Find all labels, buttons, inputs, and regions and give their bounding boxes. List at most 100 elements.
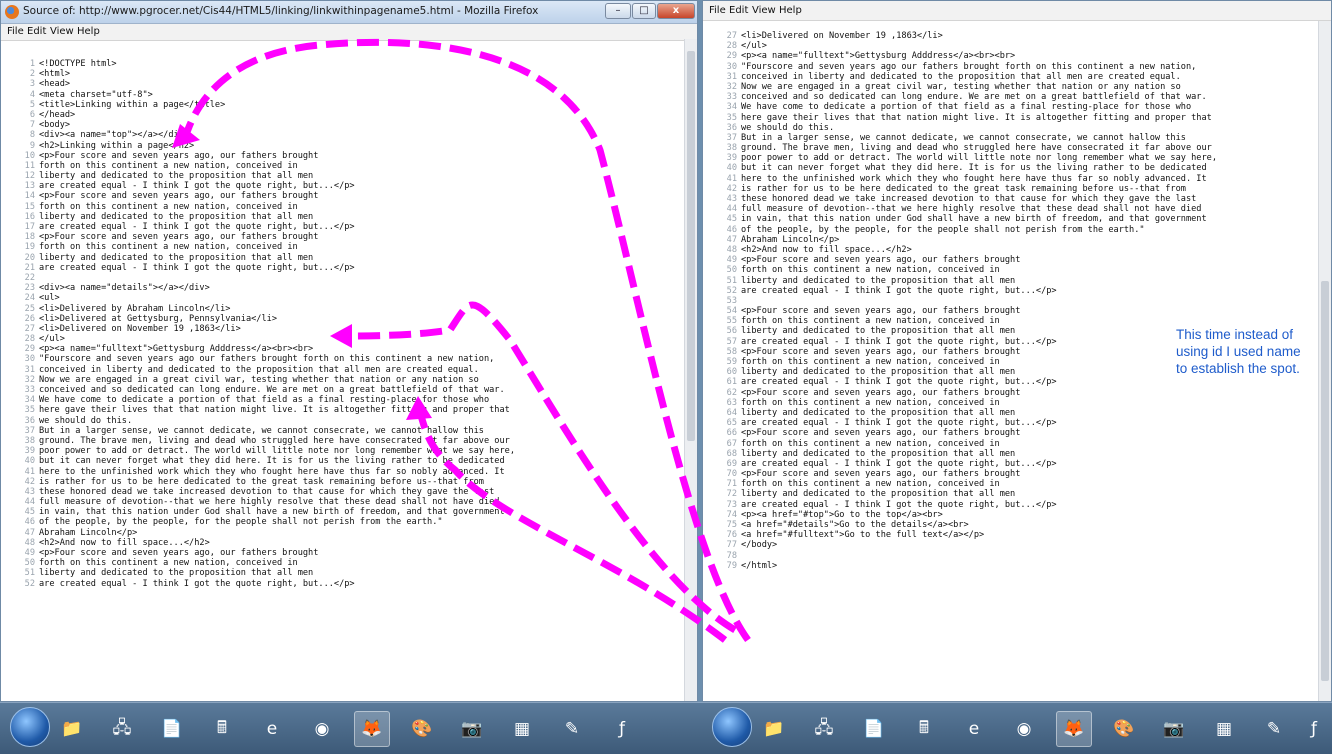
scrollbar-thumb[interactable] xyxy=(687,51,695,441)
menu-view[interactable]: View xyxy=(752,5,776,16)
ie-icon[interactable]: e xyxy=(956,711,992,747)
code-line: 15 forth on this continent a new nation, … xyxy=(1,202,685,212)
line-number: 1 xyxy=(29,59,35,69)
line-number: 3 xyxy=(29,79,35,90)
explorer-icon[interactable]: 📁 xyxy=(756,711,792,747)
code-line: 72 liberty and dedicated to the propositi… xyxy=(703,489,1319,499)
line-text: is rather for us to be here dedicated to… xyxy=(39,476,484,487)
line-text: Now we are engaged in a great civil war,… xyxy=(741,81,1181,92)
spreadsheet-icon[interactable]: ▦ xyxy=(504,711,540,747)
line-number: 34 xyxy=(726,102,737,113)
camera-icon[interactable]: 📷 xyxy=(454,711,490,747)
menu-help[interactable]: Help xyxy=(77,26,100,37)
line-number: 51 xyxy=(24,568,35,579)
code-line: 47 Abraham Lincoln</p> xyxy=(1,528,685,538)
code-line: 11 forth on this continent a new nation, … xyxy=(1,161,685,171)
code-line: 40 but it can never forget what they did … xyxy=(1,456,685,466)
line-number: 41 xyxy=(726,173,737,184)
code-line: 29 <p><a name="fulltext">Gettysburg Adddr… xyxy=(1,344,685,354)
line-number: 8 xyxy=(29,130,35,141)
line-number: 78 xyxy=(726,550,737,561)
notepad-icon[interactable]: 📄 xyxy=(154,711,190,747)
firefox-icon[interactable]: 🦊 xyxy=(1056,711,1092,747)
menu-edit[interactable]: Edit xyxy=(27,26,46,37)
line-text: <a href="#details">Go to the details</a>… xyxy=(741,520,969,530)
line-text: <p>Four score and seven years ago, our f… xyxy=(39,548,319,558)
line-text: forth on this continent a new nation, co… xyxy=(741,316,1000,327)
line-number: 34 xyxy=(24,395,35,406)
minimize-button[interactable]: – xyxy=(605,3,631,19)
paint-icon[interactable]: 🎨 xyxy=(404,711,440,747)
line-text: liberty and dedicated to the proposition… xyxy=(39,211,314,222)
line-text: here gave their lives that that nation m… xyxy=(741,112,1212,123)
line-number: 72 xyxy=(726,489,737,500)
menu-help[interactable]: Help xyxy=(779,5,802,16)
line-text: ground. The brave men, living and dead w… xyxy=(39,435,510,446)
start-orb[interactable] xyxy=(712,707,752,747)
code-line: 17 are created equal - I think I got the … xyxy=(1,222,685,232)
menu-view[interactable]: View xyxy=(50,26,74,37)
line-number: 44 xyxy=(726,204,737,215)
code-line: 65 are created equal - I think I got the … xyxy=(703,418,1319,428)
line-text: <html> xyxy=(39,69,71,80)
chrome-icon[interactable]: ◉ xyxy=(304,711,340,747)
source-code-view[interactable]: 1 <!DOCTYPE html> 2 <html> 3 <head> 4 <meta cha… xyxy=(1,59,685,701)
calculator-icon[interactable]: 🖩 xyxy=(906,711,942,747)
flash-icon[interactable]: ƒ xyxy=(604,711,640,747)
code-line: 43 these honored dead we take increased d… xyxy=(703,194,1319,204)
line-number: 30 xyxy=(726,61,737,72)
chrome-icon[interactable]: ◉ xyxy=(1006,711,1042,747)
line-number: 32 xyxy=(24,374,35,385)
line-number: 15 xyxy=(24,201,35,212)
vertical-scrollbar[interactable] xyxy=(684,39,697,701)
firefox-icon[interactable]: 🦊 xyxy=(354,711,390,747)
spreadsheet-icon[interactable]: ▦ xyxy=(1206,711,1242,747)
code-line: 25 <li>Delivered by Abraham Lincoln</li> xyxy=(1,304,685,314)
notepad-icon[interactable]: 📄 xyxy=(856,711,892,747)
flash-icon[interactable]: ƒ xyxy=(1296,711,1332,747)
line-number: 44 xyxy=(24,497,35,508)
line-text: are created equal - I think I got the qu… xyxy=(741,285,1057,296)
title-bar[interactable]: Source of: http://www.pgrocer.net/Cis44/… xyxy=(1,1,697,24)
line-text: conceived in liberty and dedicated to th… xyxy=(741,71,1181,82)
line-text: <li>Delivered on November 19 ,1863</li> xyxy=(39,323,241,334)
code-line: 37 But in a larger sense, we cannot dedic… xyxy=(1,426,685,436)
editor-icon[interactable]: ✎ xyxy=(554,711,590,747)
code-line: 30 "Fourscore and seven years ago our fat… xyxy=(703,62,1319,72)
line-text: forth on this continent a new nation, co… xyxy=(741,438,1000,449)
start-orb[interactable] xyxy=(10,707,50,747)
code-line: 31 conceived in liberty and dedicated to … xyxy=(703,72,1319,82)
vertical-scrollbar[interactable] xyxy=(1318,21,1331,701)
line-text: forth on this continent a new nation, co… xyxy=(39,558,298,569)
scrollbar-thumb[interactable] xyxy=(1321,281,1329,681)
line-text: </ul> xyxy=(741,41,767,52)
code-line: 36 we should do this. xyxy=(703,123,1319,133)
line-number: 43 xyxy=(24,486,35,497)
menu-file[interactable]: File xyxy=(709,5,726,16)
ie-icon[interactable]: e xyxy=(254,711,290,747)
editor-icon[interactable]: ✎ xyxy=(1256,711,1292,747)
network-icon[interactable]: 🖧 xyxy=(104,711,140,747)
paint-icon[interactable]: 🎨 xyxy=(1106,711,1142,747)
code-line: 78 xyxy=(703,551,1319,561)
camera-icon[interactable]: 📷 xyxy=(1156,711,1192,747)
line-number: 24 xyxy=(24,293,35,304)
line-number: 22 xyxy=(24,272,35,283)
close-button[interactable]: x xyxy=(657,3,695,19)
line-number: 71 xyxy=(726,479,737,490)
explorer-icon[interactable]: 📁 xyxy=(54,711,90,747)
menu-edit[interactable]: Edit xyxy=(729,5,748,16)
line-text: these honored dead we take increased dev… xyxy=(741,194,1197,204)
line-text: but it can never forget what they did he… xyxy=(39,456,505,467)
calculator-icon[interactable]: 🖩 xyxy=(204,711,240,747)
line-text: forth on this continent a new nation, co… xyxy=(39,160,298,171)
menu-file[interactable]: File xyxy=(7,26,24,37)
network-icon[interactable]: 🖧 xyxy=(806,711,842,747)
maximize-button[interactable]: □ xyxy=(632,3,656,19)
code-line: 70 <p>Four score and seven years ago, our… xyxy=(703,469,1319,479)
code-line: 6 </head> xyxy=(1,110,685,120)
menu-bar: File Edit View Help xyxy=(1,24,697,41)
line-text: <head> xyxy=(39,79,71,90)
line-number: 9 xyxy=(29,140,35,151)
line-number: 39 xyxy=(24,446,35,457)
